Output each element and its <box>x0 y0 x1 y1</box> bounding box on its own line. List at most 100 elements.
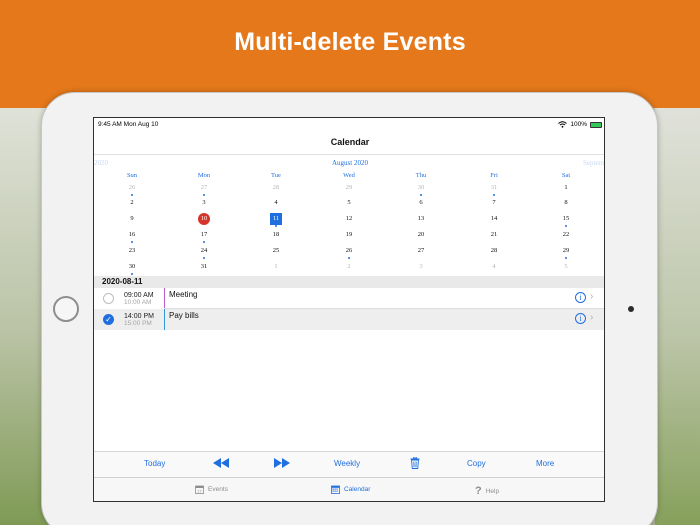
select-checkbox[interactable] <box>103 293 114 304</box>
event-end-time: 15:00 PM <box>124 320 152 327</box>
calendar-day[interactable]: 12 <box>313 213 385 228</box>
calendar-day[interactable]: 17 <box>168 229 240 244</box>
calendar-day[interactable]: 29 <box>313 182 385 197</box>
event-start-time: 14:00 PM <box>124 313 154 320</box>
event-color-bar <box>164 288 165 309</box>
status-right: 100% <box>558 121 602 128</box>
tab-help[interactable]: ? Help <box>475 485 499 497</box>
fast-forward-button[interactable] <box>274 458 290 470</box>
calendar-day-selected[interactable]: 11 <box>240 213 312 228</box>
battery-percent: 100% <box>570 121 587 128</box>
calendar-day[interactable]: 25 <box>240 245 312 260</box>
tab-bar: 17 Events Calendar ? Help <box>94 477 604 501</box>
event-start-time: 09:00 AM <box>124 292 154 299</box>
calendar-day[interactable]: 18 <box>240 229 312 244</box>
calendar-day[interactable]: 30 <box>96 261 168 276</box>
calendar-day[interactable]: 28 <box>240 182 312 197</box>
calendar-day[interactable]: 7 <box>458 197 530 212</box>
current-month-label: August 2020 <box>332 159 368 167</box>
chevron-right-icon: › <box>590 312 594 323</box>
event-end-time: 10:00 AM <box>124 299 152 306</box>
calendar-day[interactable]: 3 <box>168 197 240 212</box>
camera-dot <box>628 306 634 312</box>
tab-events-label: Events <box>208 486 228 493</box>
tab-calendar[interactable]: Calendar <box>331 485 370 494</box>
status-bar: 9:45 AM Mon Aug 10 100% <box>94 118 604 130</box>
app-screen: 9:45 AM Mon Aug 10 100% Calendar 2020 Au… <box>93 117 605 502</box>
info-icon[interactable]: i <box>575 313 586 324</box>
calendar-day[interactable]: 28 <box>458 245 530 260</box>
banner-title: Multi-delete Events <box>234 28 466 56</box>
calendar-day[interactable]: 31 <box>458 182 530 197</box>
calendar-day[interactable]: 2 <box>96 197 168 212</box>
bottom-toolbar: Today Weekly Copy More <box>94 451 604 477</box>
calendar-day[interactable]: 19 <box>313 229 385 244</box>
more-button[interactable]: More <box>536 459 554 468</box>
weekly-button[interactable]: Weekly <box>334 459 360 468</box>
calendar-day[interactable]: 29 <box>530 245 602 260</box>
calendar-day[interactable]: 21 <box>458 229 530 244</box>
next-month-label[interactable]: Septem <box>583 159 604 167</box>
event-row[interactable]: ✓ 14:00 PM 15:00 PM Pay bills i › <box>94 309 604 330</box>
calendar-day-today[interactable]: 10 <box>168 213 240 228</box>
calendar-day[interactable]: 16 <box>96 229 168 244</box>
copy-button[interactable]: Copy <box>467 459 486 468</box>
question-mark-icon: ? <box>475 485 482 497</box>
calendar-grid-icon <box>331 485 340 494</box>
tab-calendar-label: Calendar <box>344 486 371 493</box>
selected-date-header: 2020-08-11 <box>94 276 604 288</box>
calendar-day[interactable]: 1 <box>240 261 312 276</box>
calendar-day[interactable]: 27 <box>168 182 240 197</box>
calendar-day[interactable]: 6 <box>385 197 457 212</box>
page-title: Calendar <box>330 137 370 147</box>
calendar-day[interactable]: 22 <box>530 229 602 244</box>
calendar-day[interactable]: 13 <box>385 213 457 228</box>
calendar-grid: 26 27 28 29 30 31 1 2 3 4 5 6 7 8 9 10 1… <box>94 182 604 276</box>
calendar-day[interactable]: 2 <box>313 261 385 276</box>
status-time: 9:45 AM Mon Aug 10 <box>98 121 158 128</box>
calendar-day[interactable]: 5 <box>530 261 602 276</box>
calendar-day[interactable]: 20 <box>385 229 457 244</box>
calendar-day[interactable]: 4 <box>458 261 530 276</box>
delete-button[interactable] <box>410 456 420 471</box>
calendar-day[interactable]: 31 <box>168 261 240 276</box>
calendar-day[interactable]: 3 <box>385 261 457 276</box>
calendar-day[interactable]: 14 <box>458 213 530 228</box>
event-row[interactable]: 09:00 AM 10:00 AM Meeting i › <box>94 288 604 309</box>
calendar-day[interactable]: 5 <box>313 197 385 212</box>
calendar-day[interactable]: 8 <box>530 197 602 212</box>
status-date-text: Mon Aug 10 <box>123 121 159 128</box>
calendar-page-icon: 17 <box>195 485 204 494</box>
weekday-label: Thu <box>415 172 427 179</box>
chevron-right-icon: › <box>590 291 594 302</box>
event-title: Pay bills <box>169 311 199 320</box>
calendar-day[interactable]: 4 <box>240 197 312 212</box>
fast-forward-icon <box>274 458 290 468</box>
background-right <box>655 108 700 525</box>
home-button[interactable] <box>53 296 79 322</box>
svg-text:17: 17 <box>197 489 202 494</box>
select-checkbox-checked[interactable]: ✓ <box>103 314 114 325</box>
weekday-label: Tue <box>271 172 281 179</box>
calendar-day[interactable]: 23 <box>96 245 168 260</box>
calendar-day[interactable]: 9 <box>96 213 168 228</box>
calendar-day[interactable]: 27 <box>385 245 457 260</box>
calendar-day[interactable]: 24 <box>168 245 240 260</box>
calendar-day[interactable]: 15 <box>530 213 602 228</box>
rewind-button[interactable] <box>213 458 229 470</box>
calendar-day[interactable]: 30 <box>385 182 457 197</box>
rewind-icon <box>213 458 229 468</box>
info-icon[interactable]: i <box>575 292 586 303</box>
weekday-label: Sat <box>561 172 571 179</box>
calendar-day[interactable]: 1 <box>530 182 602 197</box>
battery-icon <box>590 121 602 128</box>
tab-events[interactable]: 17 Events <box>195 485 228 494</box>
calendar-day[interactable]: 26 <box>96 182 168 197</box>
divider <box>94 154 604 155</box>
calendar-day[interactable]: 26 <box>313 245 385 260</box>
today-button[interactable]: Today <box>144 459 165 468</box>
trash-icon <box>410 456 420 469</box>
prev-month-label[interactable]: 2020 <box>94 159 108 167</box>
wifi-icon <box>558 121 568 128</box>
event-title: Meeting <box>169 290 198 299</box>
